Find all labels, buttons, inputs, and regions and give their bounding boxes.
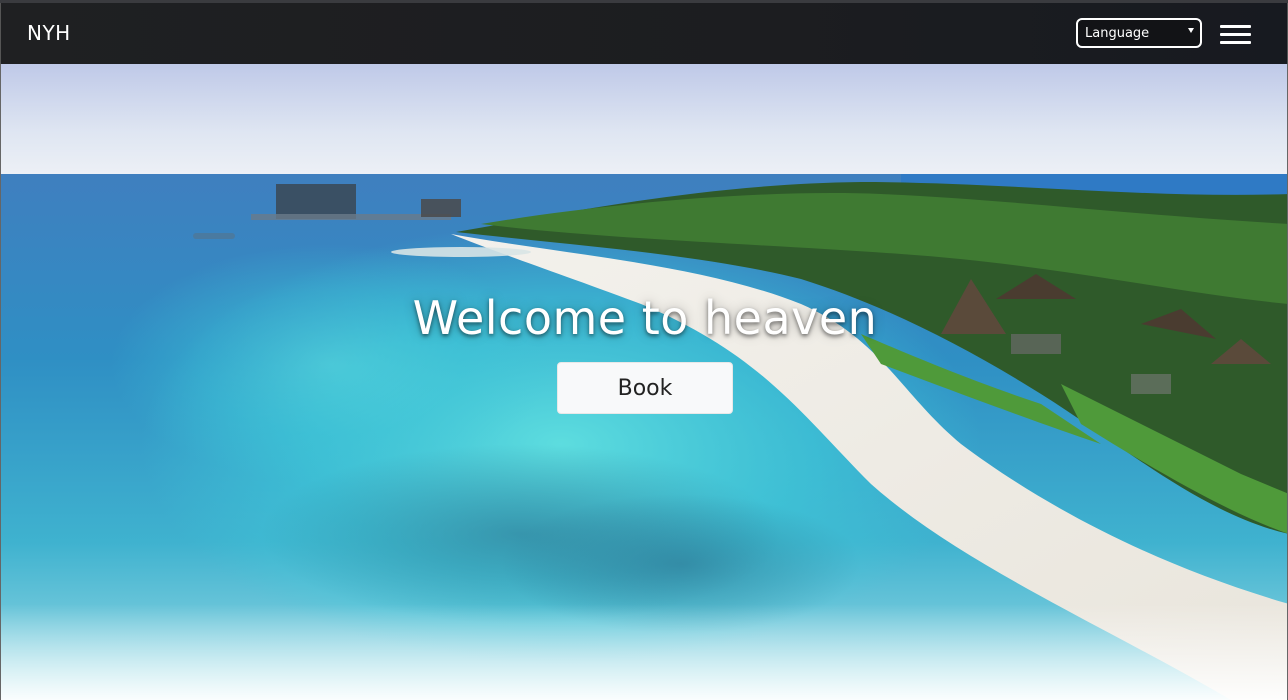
brand-logo-link[interactable]: NYH bbox=[27, 21, 71, 45]
language-select[interactable]: Language bbox=[1076, 18, 1202, 48]
top-navbar: NYH Language bbox=[0, 3, 1288, 64]
hero-headline: Welcome to heaven bbox=[412, 291, 878, 345]
language-select-value: Language bbox=[1085, 26, 1150, 41]
dropdown-caret-icon bbox=[1188, 28, 1194, 33]
book-button[interactable]: Book bbox=[557, 362, 733, 414]
hamburger-menu-icon[interactable] bbox=[1220, 22, 1251, 46]
hero-section: Welcome to heaven Book bbox=[0, 64, 1288, 700]
